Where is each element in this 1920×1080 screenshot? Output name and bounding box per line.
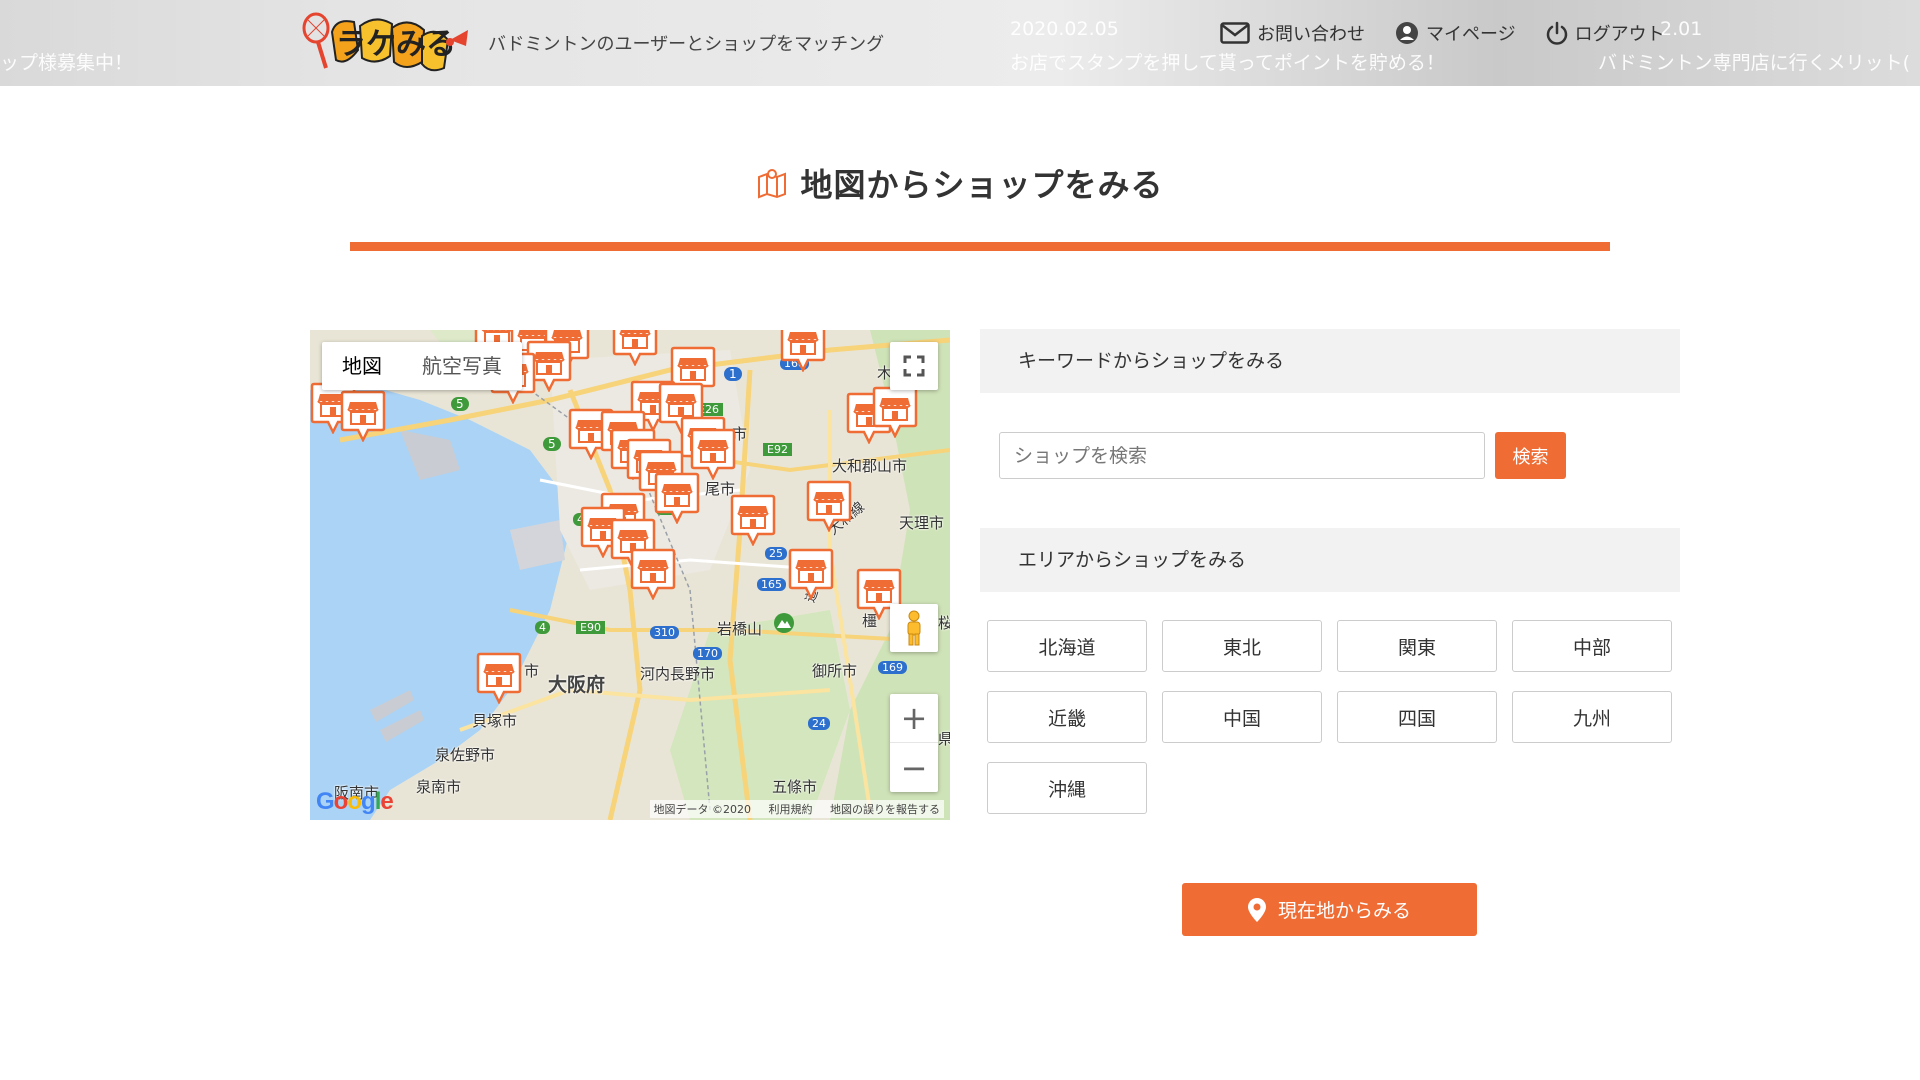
- map-place-label: 桜: [938, 614, 950, 632]
- road-number: 24: [808, 717, 830, 730]
- street-view-pegman[interactable]: [890, 604, 938, 652]
- road-number: 170: [693, 647, 722, 660]
- road-number: E90: [576, 621, 605, 634]
- contact-link[interactable]: お問い合わせ: [1220, 20, 1365, 46]
- road-number: 5: [451, 397, 469, 411]
- page-title-area: 地図からショップをみる: [0, 160, 1920, 206]
- map-type-satellite-button[interactable]: 航空写真: [402, 342, 522, 390]
- zoom-out-button[interactable]: −: [890, 743, 938, 792]
- area-button-kyushu[interactable]: 九州: [1512, 691, 1672, 743]
- map-place-label: 貝塚市: [472, 712, 518, 730]
- svg-text:ラケみる: ラケみる: [336, 27, 456, 62]
- logout-link[interactable]: ログアウト: [1546, 20, 1665, 46]
- mypage-link[interactable]: マイページ: [1395, 20, 1516, 46]
- road-number: 169: [878, 661, 907, 674]
- map-place-label: 市: [524, 662, 540, 680]
- map-place-label: 大和郡山市: [832, 457, 908, 475]
- road-number: E92: [763, 443, 792, 456]
- power-icon: [1546, 21, 1567, 45]
- area-section-heading: エリアからショップをみる: [980, 528, 1680, 592]
- envelope-icon: [1220, 22, 1250, 44]
- map-data-credit: 地図データ ©2020: [653, 803, 752, 816]
- area-button-kanto[interactable]: 関東: [1337, 620, 1497, 672]
- area-button-kinki[interactable]: 近畿: [987, 691, 1147, 743]
- map-place-label: 天理市: [899, 514, 945, 532]
- road-number: 310: [650, 626, 679, 639]
- fullscreen-icon: [903, 355, 925, 377]
- road-number: 25: [765, 547, 787, 560]
- top-navigation: お問い合わせ マイページ ログアウト: [1220, 20, 1665, 46]
- site-tagline: バドミントンのユーザーとショップをマッチング: [488, 34, 885, 55]
- area-button-chubu[interactable]: 中部: [1512, 620, 1672, 672]
- shop-marker-icon[interactable]: [872, 386, 918, 438]
- title-divider: [350, 242, 1610, 251]
- map-place-label: 御所市: [812, 662, 858, 680]
- zoom-in-button[interactable]: +: [890, 694, 938, 743]
- mountain-icon: [774, 613, 794, 633]
- shop-map[interactable]: 5 5 1 168 E26 E92 14 4 25 165 E90 310 17…: [310, 330, 950, 820]
- shop-marker-icon[interactable]: [340, 390, 386, 442]
- shop-marker-icon[interactable]: [612, 330, 658, 366]
- map-place-label: 泉南市: [416, 778, 462, 796]
- road-number: 5: [543, 437, 561, 451]
- news-ticker-item[interactable]: お店でスタンプを押して貰ってポイントを貯める！: [1010, 48, 1445, 75]
- map-place-label: 河内長野市: [640, 665, 716, 683]
- fullscreen-button[interactable]: [890, 342, 938, 390]
- contact-label: お問い合わせ: [1257, 24, 1365, 45]
- zoom-control: + −: [890, 694, 938, 792]
- shop-marker-icon[interactable]: [780, 330, 826, 372]
- map-type-control: 地図 航空写真: [322, 342, 522, 390]
- map-place-label: 五條市: [772, 778, 818, 796]
- google-logo: Google: [316, 788, 394, 815]
- news-ticker-item[interactable]: バドミントン専門店に行くメリット(: [1598, 48, 1910, 75]
- site-logo[interactable]: ラケみる: [296, 10, 471, 78]
- area-button-chugoku[interactable]: 中国: [1162, 691, 1322, 743]
- map-terms-link[interactable]: 利用規約: [769, 803, 813, 816]
- map-place-label: 泉佐野市: [435, 746, 496, 764]
- news-ticker-date: 2020.02.05: [1010, 18, 1119, 40]
- map-type-roadmap-button[interactable]: 地図: [322, 342, 402, 390]
- keyword-section-heading: キーワードからショップをみる: [980, 329, 1680, 393]
- site-header: ップ様募集中！ 2020.02.05 お店でスタンプを押して貰ってポイントを貯め…: [0, 0, 1920, 86]
- shop-marker-icon[interactable]: [630, 548, 676, 600]
- road-number: 1: [724, 367, 742, 381]
- news-ticker-item[interactable]: ップ様募集中！: [0, 48, 133, 75]
- road-number: 165: [757, 578, 786, 591]
- location-pin-icon: [1247, 897, 1266, 922]
- road-number: 4: [535, 621, 550, 634]
- area-button-tohoku[interactable]: 東北: [1162, 620, 1322, 672]
- map-report-link[interactable]: 地図の誤りを報告する: [830, 803, 940, 816]
- mypage-label: マイページ: [1426, 24, 1516, 45]
- search-button[interactable]: 検索: [1495, 432, 1566, 479]
- user-circle-icon: [1396, 22, 1418, 44]
- area-button-shikoku[interactable]: 四国: [1337, 691, 1497, 743]
- map-icon: [758, 169, 787, 199]
- map-attribution: 地図データ ©2020 利用規約 地図の誤りを報告する: [649, 800, 944, 818]
- area-button-okinawa[interactable]: 沖縄: [987, 762, 1147, 814]
- shop-marker-icon[interactable]: [730, 494, 776, 546]
- shop-marker-icon[interactable]: [806, 480, 852, 532]
- shop-marker-icon[interactable]: [788, 548, 834, 600]
- shop-marker-icon[interactable]: [476, 652, 522, 704]
- logout-label: ログアウト: [1574, 24, 1665, 45]
- racket-logo-icon: ラケみる: [302, 12, 468, 72]
- news-ticker-date: 2.01: [1660, 18, 1703, 40]
- current-location-button[interactable]: 現在地からみる: [1182, 883, 1477, 936]
- area-button-hokkaido[interactable]: 北海道: [987, 620, 1147, 672]
- page-title: 地図からショップをみる: [800, 166, 1164, 204]
- map-place-label: 大阪府: [548, 674, 606, 696]
- pegman-icon: [907, 610, 921, 646]
- map-place-label: 岩橋山: [717, 620, 763, 638]
- map-place-label: 県: [938, 730, 950, 748]
- current-location-label: 現在地からみる: [1277, 900, 1411, 922]
- shop-search-input[interactable]: [999, 432, 1485, 479]
- shop-marker-icon[interactable]: [654, 472, 700, 524]
